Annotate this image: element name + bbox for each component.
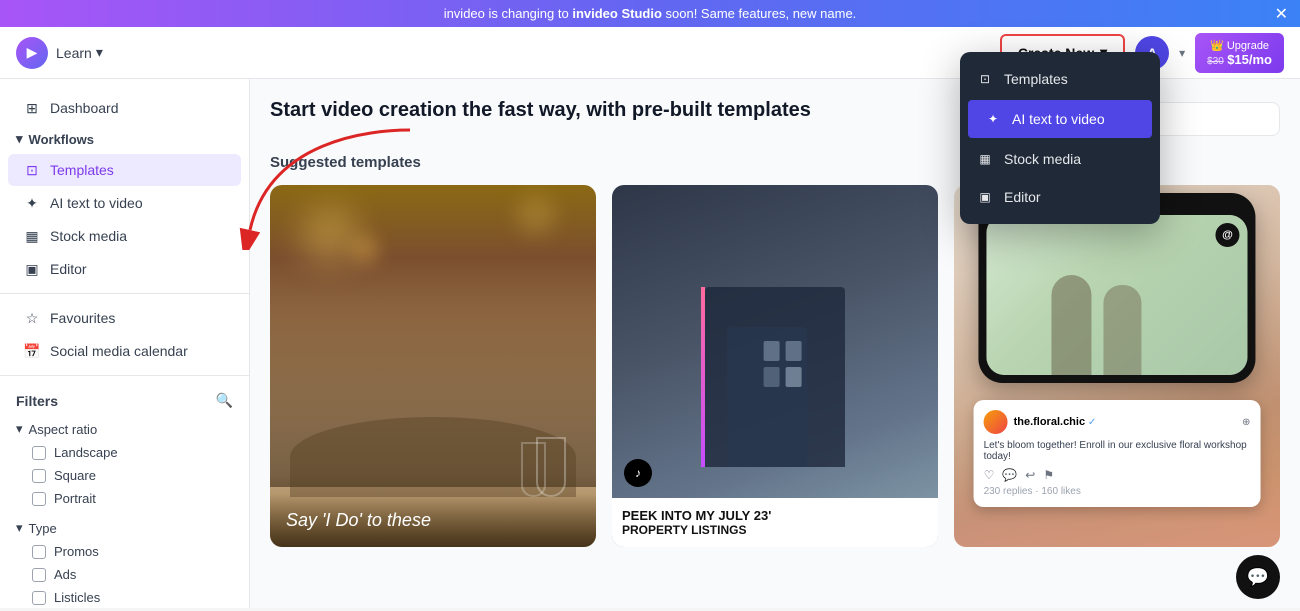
stock-media-icon: ▦	[976, 150, 994, 168]
filters-section: Filters 🔍 ▾ Aspect ratio Landscape Squar…	[0, 384, 249, 608]
sidebar-item-social-calendar[interactable]: 📅 Social media calendar	[8, 335, 241, 367]
flag-icon: ⚑	[1043, 468, 1054, 482]
editor-icon: ▣	[976, 188, 994, 206]
threads-icon: ⊕	[1242, 417, 1250, 428]
template-card-property[interactable]: ♪ PEEK INTO MY JULY 23' PROPERTY LISTING…	[612, 185, 938, 547]
templates-icon: ⊡	[24, 162, 40, 178]
heart-icon: ♡	[984, 468, 995, 482]
type-toggle[interactable]: ▾ Type	[16, 516, 233, 540]
logo-icon: ▶	[16, 37, 48, 69]
sidebar-item-favourites[interactable]: ☆ Favourites	[8, 302, 241, 334]
dashboard-icon: ⊞	[24, 100, 40, 116]
template-card-wedding[interactable]: Say 'I Do' to these	[270, 185, 596, 547]
ads-checkbox[interactable]	[32, 568, 46, 582]
square-checkbox[interactable]	[32, 469, 46, 483]
filter-landscape[interactable]: Landscape	[16, 441, 233, 464]
tiktok-badge: ♪	[624, 459, 652, 487]
dropdown-item-templates[interactable]: ⊡ Templates	[960, 60, 1160, 98]
dropdown-item-editor[interactable]: ▣ Editor	[960, 178, 1160, 216]
search-icon[interactable]: 🔍	[216, 392, 233, 409]
insta-actions: ♡ 💬 ↩ ⚑	[984, 468, 1251, 482]
workflows-group[interactable]: ▾ Workflows	[0, 125, 249, 153]
dropdown-item-ai-text[interactable]: ✦ AI text to video	[968, 100, 1152, 138]
dropdown-item-stock-media[interactable]: ▦ Stock media	[960, 140, 1160, 178]
wedding-text-overlay: Say 'I Do' to these	[270, 494, 596, 547]
sidebar-item-ai-text[interactable]: ✦ AI text to video	[8, 187, 241, 219]
chevron-down-icon: ▾	[16, 421, 23, 437]
property-text-overlay: PEEK INTO MY JULY 23' PROPERTY LISTINGS	[612, 498, 938, 547]
aspect-ratio-filter: ▾ Aspect ratio Landscape Square Portrait	[16, 417, 233, 510]
type-filter: ▾ Type Promos Ads Listicles Slides	[16, 516, 233, 608]
landscape-checkbox[interactable]	[32, 446, 46, 460]
page-title: Start video creation the fast way, with …	[270, 99, 811, 122]
top-banner: invideo is changing to invideo Studio so…	[0, 0, 1300, 27]
insta-post-card: the.floral.chic ✓ ⊕ Let's bloom together…	[974, 400, 1261, 507]
templates-grid: Say 'I Do' to these ♪	[270, 185, 1280, 547]
filter-listicles[interactable]: Listicles	[16, 586, 233, 608]
portrait-checkbox[interactable]	[32, 492, 46, 506]
star-icon: ☆	[24, 310, 40, 326]
property-title: PEEK INTO MY JULY 23'	[622, 508, 928, 523]
chat-bubble-button[interactable]: 💬	[1236, 555, 1280, 599]
sidebar-item-stock-media[interactable]: ▦ Stock media	[8, 220, 241, 252]
ai-icon: ✦	[984, 110, 1002, 128]
upgrade-button[interactable]: 👑 Upgrade $30 $15/mo	[1195, 33, 1284, 73]
dropdown-menu: ⊡ Templates ✦ AI text to video ▦ Stock m…	[960, 52, 1160, 224]
learn-button[interactable]: Learn ▾	[56, 44, 103, 61]
banner-close-button[interactable]: ✕	[1275, 4, 1288, 24]
insta-stats: 230 replies · 160 likes	[984, 486, 1251, 497]
filter-portrait[interactable]: Portrait	[16, 487, 233, 510]
insta-username: the.floral.chic ✓	[1014, 416, 1097, 428]
property-subtitle: PROPERTY LISTINGS	[622, 523, 928, 537]
stock-media-icon: ▦	[24, 228, 40, 244]
chevron-down-icon: ▾	[1179, 46, 1185, 60]
insta-avatar	[984, 410, 1008, 434]
chevron-down-icon: ▾	[16, 131, 23, 147]
sidebar-item-editor[interactable]: ▣ Editor	[8, 253, 241, 285]
promos-checkbox[interactable]	[32, 545, 46, 559]
filter-square[interactable]: Square	[16, 464, 233, 487]
chevron-down-icon: ▾	[16, 520, 23, 536]
sidebar-item-dashboard[interactable]: ⊞ Dashboard	[8, 92, 241, 124]
sidebar: ⊞ Dashboard ▾ Workflows ⊡ Templates ✦ AI…	[0, 79, 250, 608]
ai-icon: ✦	[24, 195, 40, 211]
chevron-down-icon: ▾	[96, 44, 103, 61]
template-card-floral[interactable]: @ the.floral.chic ✓ ⊕ Let's bloom to	[954, 185, 1280, 547]
comment-icon: 💬	[1002, 468, 1017, 482]
banner-text: invideo is changing to invideo Studio so…	[444, 6, 857, 21]
templates-icon: ⊡	[976, 70, 994, 88]
header-left: ▶ Learn ▾	[16, 37, 103, 69]
wedding-card-text: Say 'I Do' to these	[286, 510, 580, 531]
share-icon: ↩	[1025, 468, 1035, 482]
filter-ads[interactable]: Ads	[16, 563, 233, 586]
listicles-checkbox[interactable]	[32, 591, 46, 605]
editor-icon: ▣	[24, 261, 40, 277]
insta-post-text: Let's bloom together! Enroll in our excl…	[984, 440, 1251, 462]
phone-screen: @	[986, 215, 1247, 375]
sidebar-item-templates[interactable]: ⊡ Templates	[8, 154, 241, 186]
calendar-icon: 📅	[24, 343, 40, 359]
insta-header: the.floral.chic ✓ ⊕	[984, 410, 1251, 434]
filter-promos[interactable]: Promos	[16, 540, 233, 563]
filters-header: Filters 🔍	[16, 392, 233, 409]
aspect-ratio-toggle[interactable]: ▾ Aspect ratio	[16, 417, 233, 441]
